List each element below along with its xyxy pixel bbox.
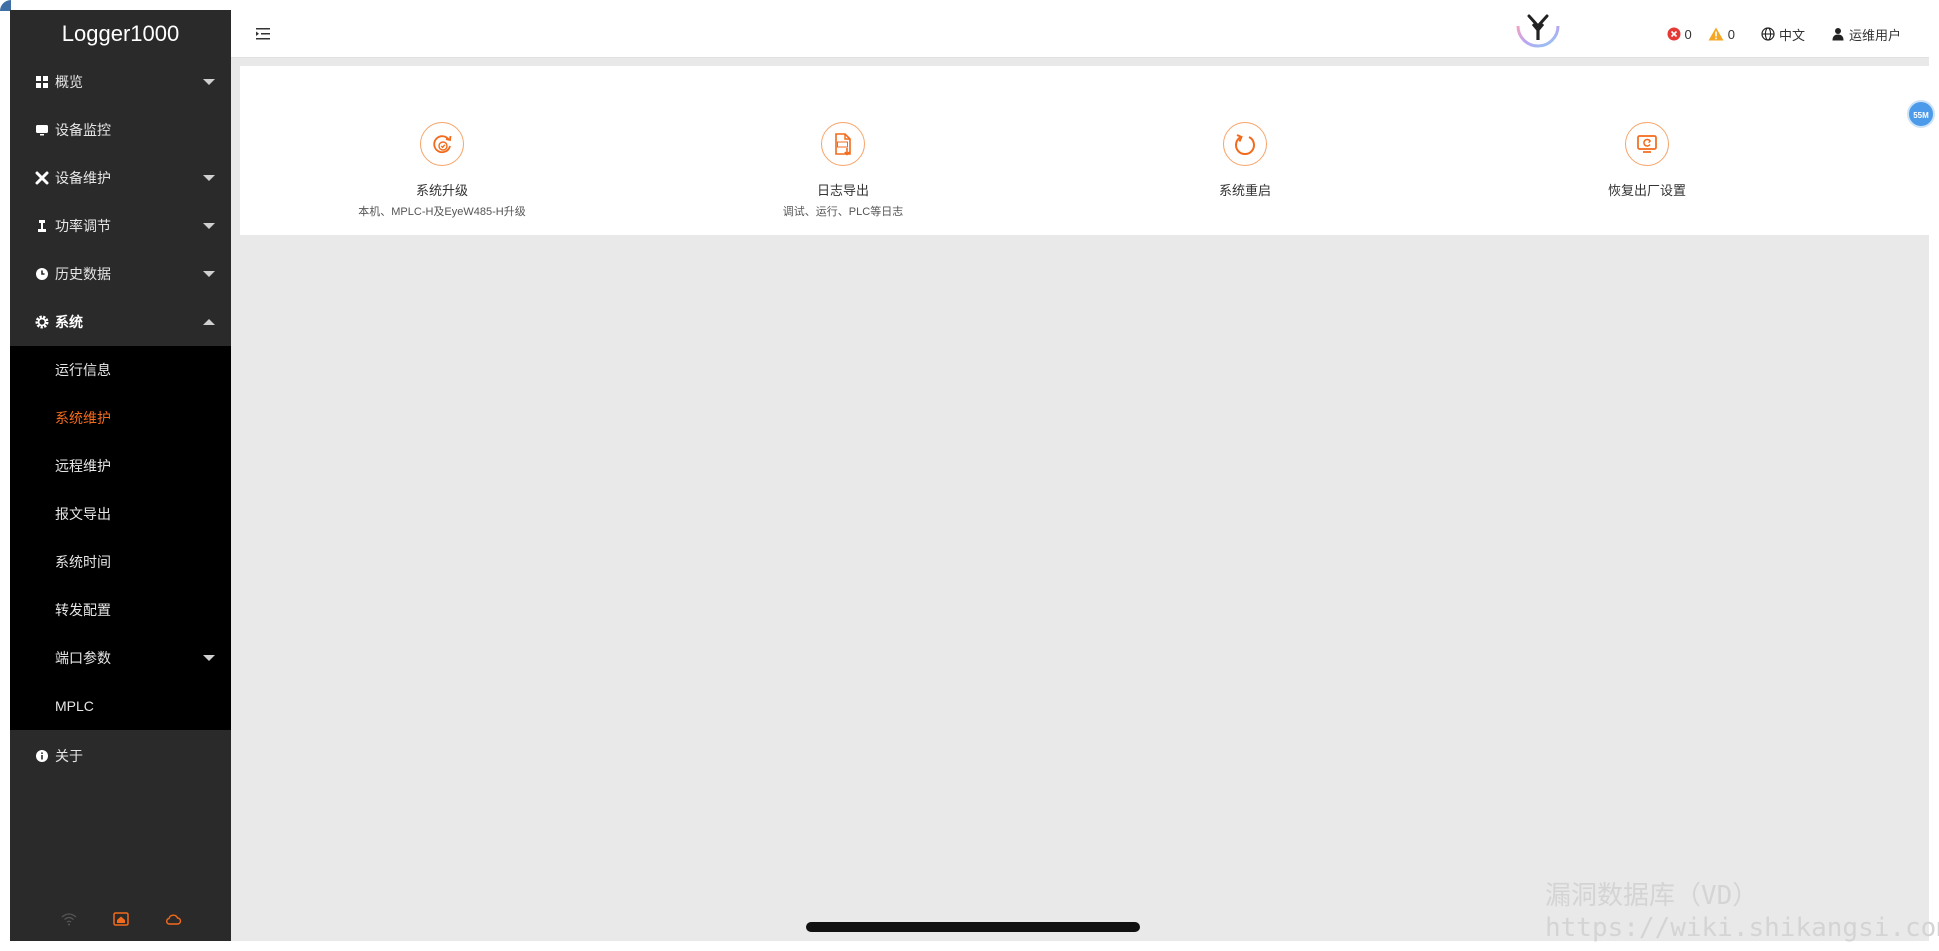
tile-factory-reset[interactable]: 恢复出厂设置 [1447, 66, 1847, 235]
submenu-item-label: 系统时间 [55, 554, 111, 570]
watermark-line: 漏洞数据库（VD） [1545, 881, 1759, 911]
user-name: 运维用户 [1848, 27, 1901, 43]
tile-system-restart[interactable]: 系统重启 [1045, 66, 1445, 235]
sidebar-item-device-maintenance[interactable]: 设备维护 [10, 154, 231, 202]
sidebar-item-label: 设备维护 [55, 170, 111, 186]
tools-icon [35, 171, 49, 185]
tile-label: 系统升级 [415, 183, 468, 198]
sidebar-item-power-adjust[interactable]: 功率调节 [10, 202, 231, 250]
status-counters[interactable]: 0 0 [1667, 27, 1735, 42]
sidebar-item-label: 设备监控 [55, 122, 111, 138]
error-count: 0 [1684, 26, 1692, 42]
float-memory-badge[interactable]: 55M [1907, 100, 1935, 128]
sidebar-item-device-monitor[interactable]: 设备监控 [10, 106, 231, 154]
sidebar-item-label: 概览 [55, 74, 83, 90]
warning-icon [1708, 27, 1724, 41]
factory-reset-icon [1625, 122, 1669, 166]
brand-logo-icon [1514, 8, 1562, 56]
caret-up-icon [203, 319, 215, 325]
globe-icon [1761, 27, 1775, 41]
sidebar-item-overview[interactable]: 概览 [10, 58, 231, 106]
submenu-item-label: 转发配置 [55, 602, 111, 618]
restart-icon [1223, 122, 1267, 166]
tile-system-upgrade[interactable]: 系统升级 本机、MPLC-H及EyeW485-H升级 [242, 66, 642, 235]
sidebar-footer [10, 907, 231, 931]
caret-down-icon [203, 223, 215, 229]
app-logo: Logger1000 [61, 21, 180, 46]
submenu-item-mplc[interactable]: MPLC [10, 682, 231, 730]
clock-icon [35, 267, 49, 281]
caret-down-icon [203, 79, 215, 85]
submenu-item-label: 报文导出 [55, 506, 111, 522]
caret-down-icon [203, 655, 215, 661]
submenu-item-label: 系统维护 [55, 410, 111, 426]
app-window: Logger1000 概览 设备监控 设备维护 功率调节 历史数据 系统 运行信… [10, 10, 1935, 941]
caret-down-icon [203, 271, 215, 277]
submenu-item-label: MPLC [55, 698, 94, 714]
sidebar-item-label: 功率调节 [55, 218, 111, 234]
submenu-item-label: 运行信息 [55, 362, 111, 378]
submenu-item-system-maintenance[interactable]: 系统维护 [10, 394, 231, 442]
grid-icon [35, 75, 49, 89]
warning-count: 0 [1727, 26, 1735, 42]
adjust-icon [35, 219, 49, 233]
tile-label: 日志导出 [816, 183, 869, 198]
submenu-item-message-export[interactable]: 报文导出 [10, 490, 231, 538]
language-label: 中文 [1778, 27, 1805, 43]
sidebar-item-label: 系统 [55, 314, 83, 330]
submenu-item-forward-config[interactable]: 转发配置 [10, 586, 231, 634]
home-indicator-bar[interactable] [806, 922, 1140, 932]
submenu-item-run-info[interactable]: 运行信息 [10, 346, 231, 394]
tile-label: 系统重启 [1218, 183, 1271, 198]
submenu-item-port-params[interactable]: 端口参数 [10, 634, 231, 682]
sidebar-item-label: 关于 [55, 748, 83, 764]
caret-down-icon [203, 175, 215, 181]
submenu-item-remote-maintenance[interactable]: 远程维护 [10, 442, 231, 490]
home-icon [112, 910, 130, 928]
tile-label: 恢复出厂设置 [1607, 183, 1686, 198]
submenu-item-label: 端口参数 [55, 650, 111, 666]
user-menu[interactable]: 运维用户 [1831, 25, 1901, 44]
sidebar-item-about[interactable]: 关于 [10, 732, 231, 780]
header-status-bar: 0 0 中文 运维用户 [1667, 10, 1901, 58]
watermark-line: https://wiki.shikangsi.com [1545, 913, 1939, 943]
watermark: 漏洞数据库（VD） https://wiki.shikangsi.com [1545, 880, 1939, 944]
sidebar-item-system[interactable]: 系统 [10, 298, 231, 346]
wifi-icon [60, 910, 78, 928]
info-icon [35, 749, 49, 763]
menu-toggle-icon[interactable] [255, 26, 271, 42]
cloud-icon [164, 910, 182, 928]
error-icon [1667, 27, 1681, 41]
user-icon [1831, 27, 1845, 41]
system-submenu: 运行信息 系统维护 远程维护 报文导出 系统时间 转发配置 端口参数 MPLC [10, 346, 231, 730]
gear-icon [35, 315, 49, 329]
tile-description: 本机、MPLC-H及EyeW485-H升级 [358, 206, 526, 218]
upgrade-icon [420, 122, 464, 166]
language-switcher[interactable]: 中文 [1761, 25, 1805, 44]
sidebar-item-label: 历史数据 [55, 266, 111, 282]
sidebar-item-history[interactable]: 历史数据 [10, 250, 231, 298]
tile-log-export[interactable]: 日志导出 调试、运行、PLC等日志 [643, 66, 1043, 235]
sidebar: Logger1000 概览 设备监控 设备维护 功率调节 历史数据 系统 运行信… [10, 10, 231, 941]
tile-description: 调试、运行、PLC等日志 [782, 206, 904, 218]
submenu-item-label: 远程维护 [55, 458, 111, 474]
submenu-item-system-time[interactable]: 系统时间 [10, 538, 231, 586]
top-header: 0 0 中文 运维用户 [231, 10, 1929, 58]
monitor-icon [35, 123, 49, 137]
log-export-icon [821, 122, 865, 166]
maintenance-card: 系统升级 本机、MPLC-H及EyeW485-H升级 日志导出 调试、运行、PL… [240, 66, 1929, 235]
